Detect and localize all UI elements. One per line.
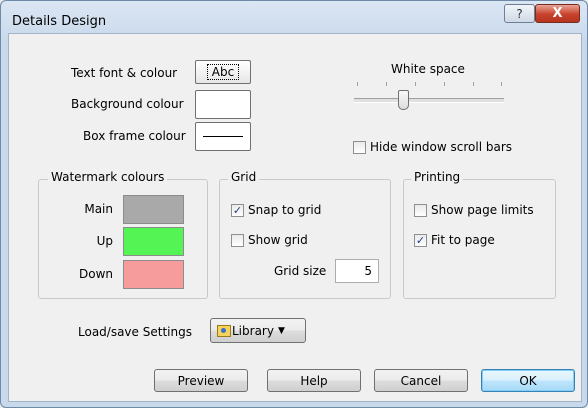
background-colour-button[interactable] — [195, 90, 251, 119]
printing-group-title: Printing — [411, 170, 464, 184]
preview-button-label: Preview — [177, 373, 225, 388]
window-title: Details Design — [12, 14, 107, 29]
preview-button[interactable]: Preview — [154, 369, 248, 392]
ok-button[interactable]: OK — [481, 369, 575, 392]
slider-tick — [357, 82, 358, 86]
grid-size-label: Grid size — [274, 264, 327, 278]
show-grid-checkbox[interactable] — [231, 234, 244, 247]
dialog-body: Text font & colour Abc Background colour… — [8, 33, 582, 402]
close-button[interactable]: X — [535, 4, 580, 23]
question-mark-icon: ? — [516, 6, 523, 21]
grid-size-input[interactable]: 5 — [335, 259, 379, 283]
snap-to-grid-label[interactable]: Snap to grid — [248, 203, 321, 217]
background-colour-label: Background colour — [71, 97, 184, 111]
library-dropdown-button[interactable]: Library ▼ — [210, 318, 306, 343]
show-page-limits-checkbox[interactable] — [414, 204, 427, 217]
title-bar[interactable]: Details Design ? X — [1, 1, 587, 35]
box-frame-colour-button[interactable] — [195, 122, 251, 151]
cancel-button-label: Cancel — [400, 373, 442, 388]
text-font-button[interactable]: Abc — [195, 60, 251, 84]
help-title-button[interactable]: ? — [504, 4, 535, 23]
white-space-slider[interactable] — [349, 82, 504, 112]
slider-tick — [415, 82, 416, 86]
watermark-main-label: Main — [84, 202, 113, 216]
load-save-settings-label: Load/save Settings — [78, 325, 192, 339]
fit-to-page-label[interactable]: Fit to page — [431, 233, 495, 247]
hide-scrollbars-checkbox[interactable] — [353, 141, 366, 154]
watermark-group-title: Watermark colours — [48, 170, 168, 184]
fit-to-page-checkbox[interactable]: ✓ — [414, 234, 427, 247]
cancel-button[interactable]: Cancel — [374, 369, 468, 392]
slider-tick — [501, 82, 502, 86]
help-button[interactable]: Help — [267, 369, 361, 392]
slider-tick — [473, 82, 474, 86]
grid-group-title: Grid — [228, 170, 260, 184]
dropdown-arrow-icon: ▼ — [277, 325, 285, 336]
library-button-label: Library — [232, 323, 274, 338]
show-grid-label[interactable]: Show grid — [248, 233, 308, 247]
watermark-down-label: Down — [78, 267, 113, 281]
slider-thumb[interactable] — [398, 90, 409, 110]
slider-tick — [444, 82, 445, 86]
watermark-main-swatch[interactable] — [123, 195, 184, 224]
slider-tick — [386, 82, 387, 86]
watermark-up-swatch[interactable] — [123, 227, 184, 256]
watermark-down-swatch[interactable] — [123, 260, 184, 289]
watermark-up-label: Up — [96, 234, 113, 248]
close-icon: X — [552, 6, 563, 21]
text-font-sample: Abc — [206, 64, 240, 80]
help-button-label: Help — [300, 373, 328, 388]
text-font-label: Text font & colour — [71, 66, 178, 80]
ok-button-label: OK — [519, 373, 537, 388]
hide-scrollbars-label[interactable]: Hide window scroll bars — [370, 140, 512, 154]
snap-to-grid-checkbox[interactable]: ✓ — [231, 204, 244, 217]
box-frame-colour-label: Box frame colour — [83, 129, 186, 143]
dialog-window: Details Design ? X Text font & colour Ab… — [0, 0, 588, 408]
slider-track — [354, 98, 504, 103]
library-folder-icon — [217, 324, 231, 337]
show-page-limits-label[interactable]: Show page limits — [431, 203, 534, 217]
frame-line-sample — [203, 136, 243, 137]
white-space-label: White space — [391, 62, 465, 76]
